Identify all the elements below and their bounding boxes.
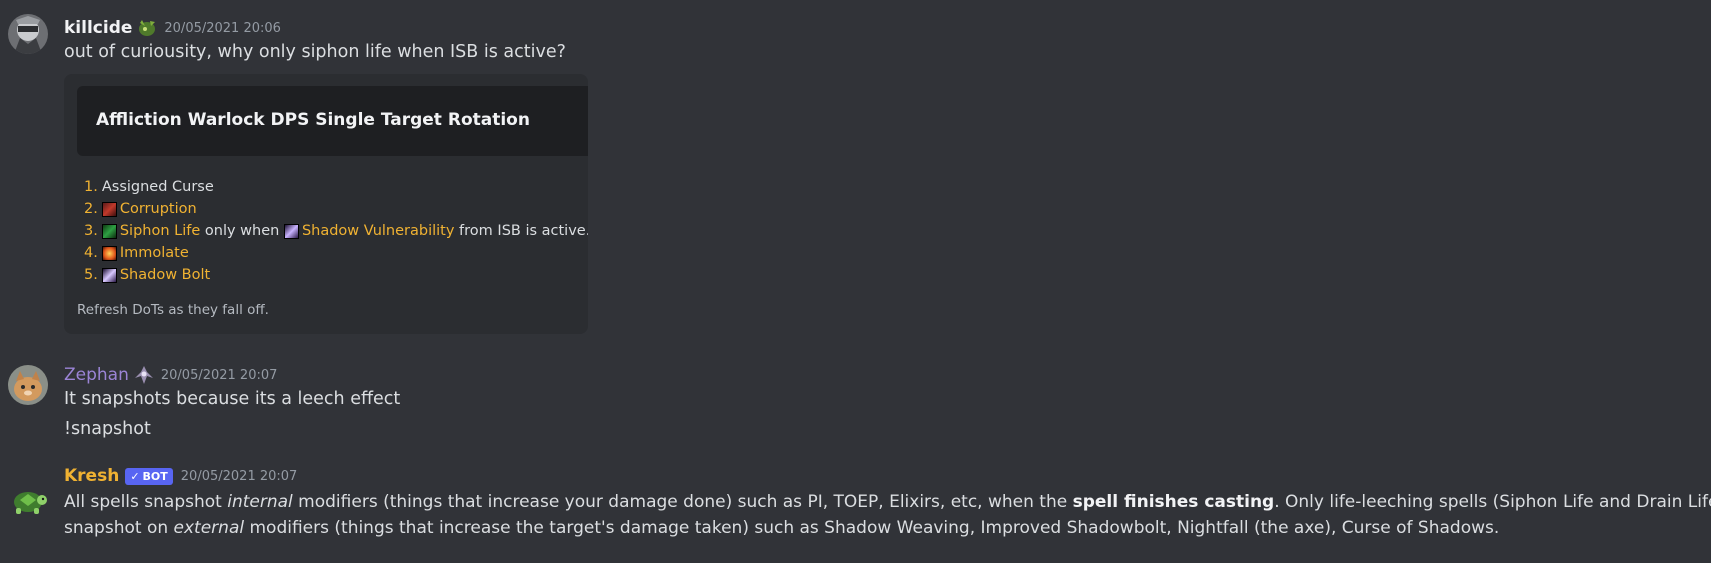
list-text: from ISB is active.: [454, 223, 588, 239]
message-text: snapshot on external modifiers (things t…: [64, 518, 1499, 538]
text-segment: modifiers (things that increase your dam…: [292, 492, 1073, 512]
list-text: Assigned Curse: [101, 179, 214, 195]
message-header: killcide 20/05/2021 20:06: [64, 16, 281, 40]
avatar[interactable]: [8, 14, 48, 54]
list-number: 3.: [84, 223, 98, 239]
shadow-bolt-icon: [101, 267, 117, 283]
message-header: Kresh ✓ BOT 20/05/2021 20:07: [64, 464, 297, 488]
spell-link-shadow-vulnerability[interactable]: Shadow Vulnerability: [302, 220, 455, 242]
avatar[interactable]: [8, 480, 48, 520]
username[interactable]: Zephan: [64, 365, 129, 385]
timestamp: 20/05/2021 20:06: [164, 20, 281, 36]
list-text: only when: [200, 223, 284, 239]
message-killcide: killcide 20/05/2021 20:06 out of curious…: [0, 0, 1711, 340]
message-kresh: Kresh ✓ BOT 20/05/2021 20:07 All spells …: [0, 466, 1711, 563]
leaf-badge-icon: [136, 17, 158, 39]
rotation-list: 1. Assigned Curse 2. Corruption 3. Sipho…: [84, 176, 588, 286]
timestamp: 20/05/2021 20:07: [160, 367, 278, 383]
spell-link-immolate[interactable]: Immolate: [120, 242, 189, 264]
shadow-vulnerability-icon: [283, 223, 299, 239]
verified-check-icon: ✓: [130, 469, 140, 483]
embed-title-box: Affliction Warlock DPS Single Target Rot…: [77, 86, 588, 156]
timestamp: 20/05/2021 20:07: [180, 468, 298, 484]
text-segment: modifiers (things that increase the targ…: [244, 518, 1500, 538]
list-number: 4.: [84, 245, 98, 261]
text-segment: . Only life-leeching spells (Siphon Life…: [1274, 492, 1711, 512]
message-text: !snapshot: [64, 419, 151, 439]
rotation-embed: Affliction Warlock DPS Single Target Rot…: [64, 74, 588, 334]
message-text: It snapshots because its a leech effect: [64, 389, 401, 409]
message-header: Zephan 20/05/2021 20:07: [64, 363, 277, 387]
text-bold: spell finishes casting: [1072, 492, 1275, 512]
spell-link-corruption[interactable]: Corruption: [120, 198, 197, 220]
list-item: 3. Siphon Life only when Shadow Vulnerab…: [84, 220, 588, 242]
bot-tag-label: BOT: [142, 469, 168, 483]
creature-badge-icon: [133, 364, 155, 386]
list-number: 1.: [84, 179, 98, 195]
list-item: 1. Assigned Curse: [84, 176, 588, 198]
spell-link-shadow-bolt[interactable]: Shadow Bolt: [120, 264, 210, 286]
message-text: out of curiousity, why only siphon life …: [64, 42, 566, 62]
username[interactable]: Kresh: [64, 466, 119, 486]
corruption-icon: [101, 201, 117, 217]
message-text: All spells snapshot internal modifiers (…: [64, 492, 1711, 512]
list-item: 2. Corruption: [84, 198, 588, 220]
username[interactable]: killcide: [64, 18, 132, 38]
immolate-icon: [101, 245, 117, 261]
message-zephan: Zephan 20/05/2021 20:07 It snapshots bec…: [0, 355, 1711, 455]
text-segment: snapshot on: [64, 518, 174, 538]
bot-badge: ✓ BOT: [125, 467, 173, 485]
list-number: 2.: [84, 201, 98, 217]
text-italic: internal: [227, 492, 293, 512]
avatar[interactable]: [8, 365, 48, 405]
list-item: 4. Immolate: [84, 242, 588, 264]
siphon-life-icon: [101, 223, 117, 239]
embed-footer: Refresh DoTs as they fall off.: [77, 302, 269, 318]
list-item: 5. Shadow Bolt: [84, 264, 588, 286]
list-number: 5.: [84, 267, 98, 283]
spell-link-siphon-life[interactable]: Siphon Life: [120, 220, 200, 242]
text-italic: external: [173, 518, 245, 538]
text-segment: All spells snapshot: [64, 492, 228, 512]
embed-title: Affliction Warlock DPS Single Target Rot…: [96, 110, 530, 130]
